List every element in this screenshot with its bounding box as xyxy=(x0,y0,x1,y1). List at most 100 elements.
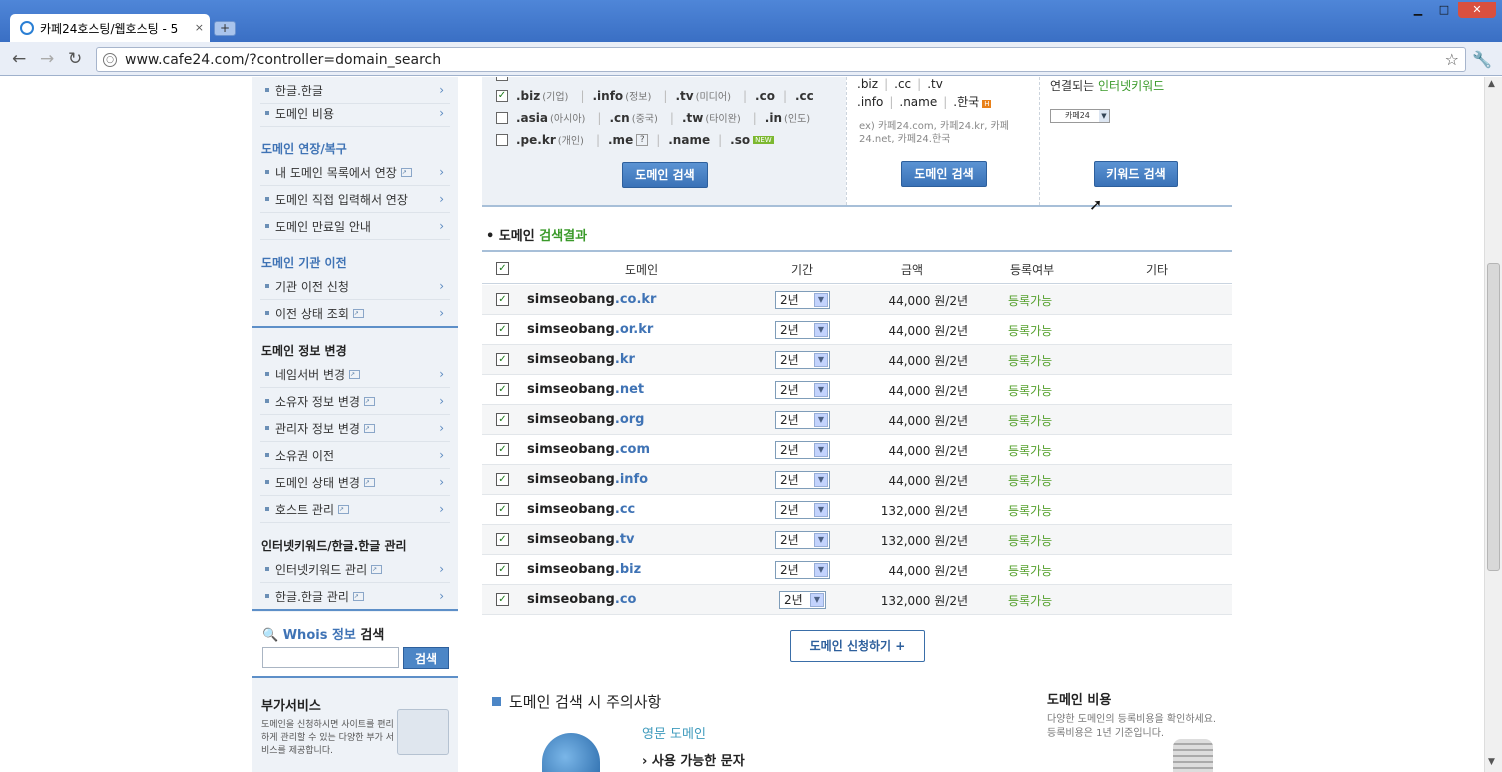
row-checkbox[interactable]: ✓ xyxy=(496,353,509,366)
url-text: www.cafe24.com/?controller=domain_search xyxy=(125,51,442,68)
sidebar-item-expiry-info[interactable]: 도메인 만료일 안내 › xyxy=(260,213,450,240)
row-checkbox[interactable]: ✓ xyxy=(496,563,509,576)
keyword-title-link[interactable]: 인터넷키워드 xyxy=(1098,79,1164,93)
new-tab-button[interactable]: + xyxy=(214,21,236,36)
period-value: 2년 xyxy=(780,443,799,457)
period-select[interactable]: 2년 ▼ xyxy=(775,501,830,519)
sidebar-item-renew-direct[interactable]: 도메인 직접 입력해서 연장 › xyxy=(260,186,450,213)
forward-arrow-icon[interactable]: → xyxy=(40,49,54,69)
sidebar-item-nameserver[interactable]: 네임서버 변경 ↗ › xyxy=(260,361,450,388)
tld-name[interactable]: .me xyxy=(608,133,633,147)
period-select[interactable]: 2년 ▼ xyxy=(775,321,830,339)
row-checkbox[interactable]: ✓ xyxy=(496,323,509,336)
tld-name[interactable]: .co xyxy=(755,89,775,103)
sidebar-item-keyword-manage[interactable]: 인터넷키워드 관리 ↗ › xyxy=(260,556,450,583)
scrollbar-thumb[interactable] xyxy=(1487,263,1500,571)
bullet-icon xyxy=(265,426,269,430)
period-select[interactable]: 2년 ▼ xyxy=(775,411,830,429)
tld-checkbox[interactable] xyxy=(496,111,508,124)
tab-close-icon[interactable]: × xyxy=(195,21,204,34)
addon-services[interactable]: 부가서비스 도메인을 신청하시면 사이트를 편리하게 관리할 수 있는 다양한 … xyxy=(252,683,458,772)
tld-name[interactable]: .name xyxy=(668,133,710,147)
period-select[interactable]: 2년 ▼ xyxy=(775,381,830,399)
sidebar-item-domain-cost[interactable]: 도메인 비용 › xyxy=(260,100,450,127)
globe-icon xyxy=(542,733,600,772)
keyword-select[interactable]: 카페24 ▼ xyxy=(1050,109,1110,123)
tld-name[interactable]: .tw xyxy=(682,111,703,125)
sidebar-heading-transfer[interactable]: 도메인 기관 이전 xyxy=(261,254,347,271)
row-checkbox[interactable]: ✓ xyxy=(496,413,509,426)
tld-checkbox[interactable]: ✓ xyxy=(496,89,508,102)
bookmark-star-icon[interactable]: ☆ xyxy=(1445,50,1459,69)
cost-title[interactable]: 도메인 비용 xyxy=(1047,689,1111,708)
whois-search-box: 🔍 Whois 정보 검색 검색 xyxy=(252,612,458,676)
period-select[interactable]: 2년 ▼ xyxy=(779,591,826,609)
sidebar-item-hangul-manage[interactable]: 한글.한글 관리 ↗ › xyxy=(260,583,450,610)
tld-name[interactable]: .so xyxy=(730,133,750,147)
reload-icon[interactable]: ↻ xyxy=(68,49,82,69)
domain-base: simseobang xyxy=(527,322,615,337)
back-arrow-icon[interactable]: ← xyxy=(12,49,26,69)
sidebar-item-transfer-apply[interactable]: 기관 이전 신청 › xyxy=(260,273,450,300)
apply-domain-button[interactable]: 도메인 신청하기 + xyxy=(790,630,925,662)
tld-name[interactable]: .cc xyxy=(795,89,814,103)
period-select[interactable]: 2년 ▼ xyxy=(775,441,830,459)
sidebar-heading-renew[interactable]: 도메인 연장/복구 xyxy=(261,140,347,157)
browser-tab[interactable]: 카페24호스팅/웹호스팅 - 5 × xyxy=(10,14,210,42)
notice-title: 도메인 검색 시 주의사항 xyxy=(492,691,661,712)
tld-row-1: ✓ .biz (기업) | .info (정보) | .tv (미디어) | .co | .cc xyxy=(496,88,814,103)
sidebar-item-admin-info[interactable]: 관리자 정보 변경 ↗ › xyxy=(260,415,450,442)
wrench-icon[interactable]: 🔧 xyxy=(1472,50,1492,69)
sidebar-item-renew-list[interactable]: 내 도메인 목록에서 연장 ↗ › xyxy=(260,159,450,186)
tld-name[interactable]: .in xyxy=(765,111,782,125)
sidebar-item-transfer-status[interactable]: 이전 상태 조회 ↗ › xyxy=(260,300,450,327)
sidebar-item-host-manage[interactable]: 호스트 관리 ↗ › xyxy=(260,496,450,523)
address-bar[interactable]: ○ www.cafe24.com/?controller=domain_sear… xyxy=(96,47,1466,72)
period-select[interactable]: 2년 ▼ xyxy=(775,471,830,489)
minimize-button[interactable]: ▁ xyxy=(1406,2,1430,18)
external-link-icon: ↗ xyxy=(363,396,375,406)
domain-base: simseobang xyxy=(527,292,615,307)
period-select[interactable]: 2년 ▼ xyxy=(775,561,830,579)
whois-search-button[interactable]: 검색 xyxy=(403,647,449,669)
period-select[interactable]: 2년 ▼ xyxy=(775,531,830,549)
tld-name[interactable]: .cn xyxy=(609,111,629,125)
whois-title-blue: Whois 정보 xyxy=(282,628,356,643)
select-all-checkbox[interactable]: ✓ xyxy=(496,262,509,275)
period-select[interactable]: 2년 ▼ xyxy=(775,291,830,309)
row-checkbox[interactable]: ✓ xyxy=(496,503,509,516)
tld-name[interactable]: .biz xyxy=(516,89,540,103)
price: 132,000 원/2년 xyxy=(880,534,968,548)
chevron-right-icon: › xyxy=(439,219,444,233)
whois-input[interactable] xyxy=(262,647,399,668)
row-checkbox[interactable]: ✓ xyxy=(496,383,509,396)
sidebar-item-owner-info[interactable]: 소유자 정보 변경 ↗ › xyxy=(260,388,450,415)
row-checkbox[interactable]: ✓ xyxy=(496,533,509,546)
close-window-button[interactable]: ✕ xyxy=(1458,2,1496,18)
chevron-down-icon: ▼ xyxy=(814,353,828,367)
row-checkbox[interactable]: ✓ xyxy=(496,293,509,306)
vertical-scrollbar[interactable]: ▲ ▼ xyxy=(1484,77,1502,772)
help-icon[interactable]: ? xyxy=(636,133,649,146)
tld-name[interactable]: .tv xyxy=(675,89,693,103)
domain-search-button[interactable]: 도메인 검색 xyxy=(622,162,708,188)
tld-name[interactable]: .asia xyxy=(516,111,548,125)
external-link-icon: ↗ xyxy=(371,564,383,574)
tld-name[interactable]: .pe.kr xyxy=(516,133,556,147)
row-checkbox[interactable]: ✓ xyxy=(496,443,509,456)
bullet-icon xyxy=(265,567,269,571)
sidebar-item-ownership-transfer[interactable]: 소유권 이전 › xyxy=(260,442,450,469)
browser-titlebar: 카페24호스팅/웹호스팅 - 5 × + ▁ □ ✕ xyxy=(0,0,1502,42)
maximize-button[interactable]: □ xyxy=(1432,2,1456,18)
period-select[interactable]: 2년 ▼ xyxy=(775,351,830,369)
row-checkbox[interactable]: ✓ xyxy=(496,593,509,606)
tld-checkbox[interactable] xyxy=(496,133,508,146)
scroll-down-icon[interactable]: ▼ xyxy=(1488,757,1495,767)
mid-domain-search-button[interactable]: 도메인 검색 xyxy=(901,161,987,187)
scroll-up-icon[interactable]: ▲ xyxy=(1488,79,1495,89)
tld-name[interactable]: .info xyxy=(593,89,624,103)
keyword-search-button[interactable]: 키워드 검색 xyxy=(1094,161,1178,187)
row-checkbox[interactable]: ✓ xyxy=(496,473,509,486)
sidebar-item-domain-status[interactable]: 도메인 상태 변경 ↗ › xyxy=(260,469,450,496)
checkbox[interactable] xyxy=(496,77,508,81)
